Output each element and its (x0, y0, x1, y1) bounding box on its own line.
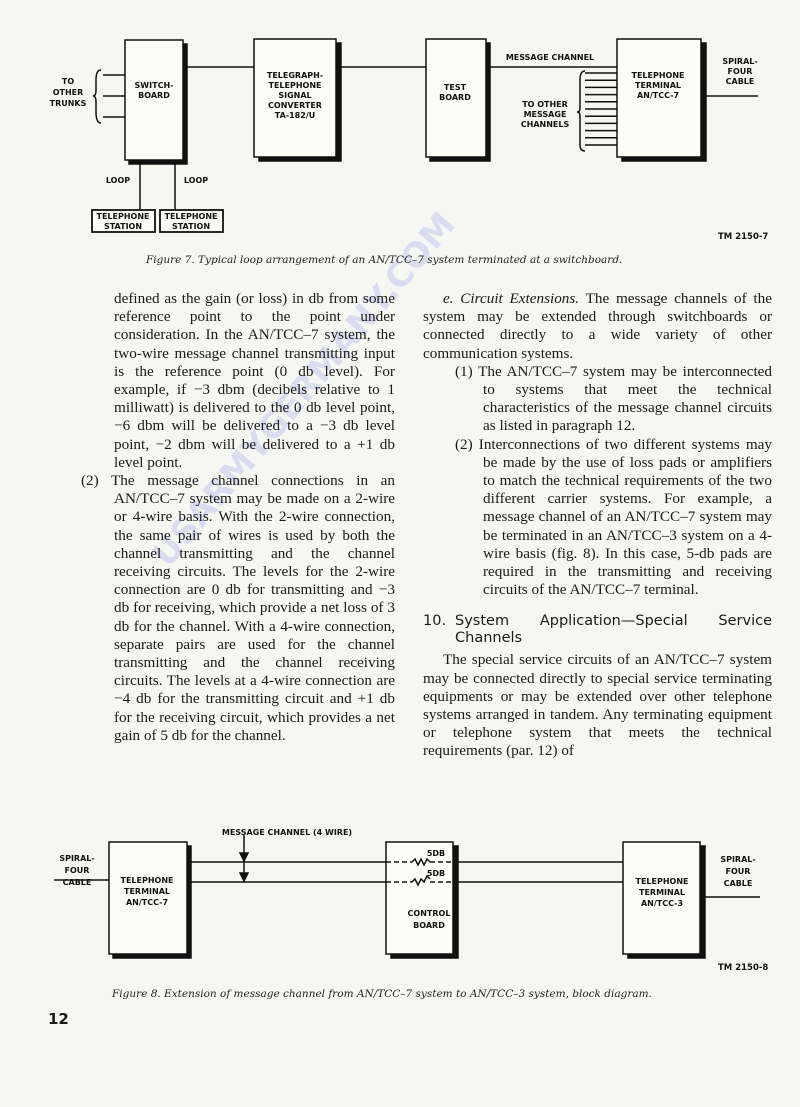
message-channel-label: MESSAGE CHANNEL (506, 53, 594, 62)
item-2: (2) Interconnections of two different sy… (455, 435, 772, 599)
terminal-7-label: TELEPHONE TERMINAL AN/TCC-7 (120, 876, 173, 907)
figure-7-ref: TM 2150-7 (718, 232, 769, 242)
station-1-label: TELEPHONE STATION (96, 212, 149, 231)
section-10-heading: 10. System Application—Special Service Ch… (423, 613, 772, 647)
page-number: 12 (48, 1010, 69, 1028)
cable-label: SPIRAL-FOUR CABLE (722, 57, 757, 86)
terminal-label: TELEPHONE TERMINAL AN/TCC-7 (631, 71, 684, 100)
figure-7-caption: Figure 7. Typical loop arrangement of an… (146, 254, 623, 266)
circuit-extensions-label: e. Circuit Extensions. (443, 290, 580, 307)
right-column: e. Circuit Extensions. The message chann… (423, 290, 772, 761)
section-number: 10. (423, 613, 447, 630)
figure-7-diagram: SWITCH-BOARDTELEGRAPH-TELEPHONE SIGNAL CON… (50, 38, 758, 233)
switchboard-box (124, 39, 184, 161)
message-channel-4wire-label: MESSAGE CHANNEL (4 WIRE) (222, 828, 352, 837)
cable-right-label: SPIRAL-FOUR CABLE (720, 855, 755, 888)
other-channels-label: TO OTHER MESSAGE CHANNELS (521, 100, 570, 129)
pad-2-label: 5DB (427, 869, 445, 878)
left-para-1: defined as the gain (or loss) in db from… (114, 290, 395, 471)
figure-8-caption: Figure 8. Extension of message channel f… (112, 988, 652, 1000)
item-1: (1) The AN/TCC–7 system may be interconn… (455, 362, 772, 435)
cable-left-label: SPIRAL-FOUR CABLE (59, 854, 94, 887)
pad-1-label: 5DB (427, 849, 445, 858)
other-trunks-label: TO OTHER TRUNKS (50, 77, 87, 108)
figure-8-diagram: TELEPHONE TERMINAL AN/TCC-7CONTROL BOARDTEL… (54, 828, 760, 959)
section-10-para: The special service circuits of an AN/TC… (423, 651, 772, 760)
left-para-2: (2) The message channel connections in a… (81, 472, 395, 744)
terminal-3-label: TELEPHONE TERMINAL AN/TCC-3 (635, 877, 688, 908)
station-2-label: TELEPHONE STATION (164, 212, 217, 231)
switchboard-label: SWITCH-BOARD (135, 81, 174, 100)
left-column: defined as the gain (or loss) in db from… (81, 290, 395, 745)
section-title: System Application—Special Service Chann… (455, 613, 772, 647)
figure-8-ref: TM 2150-8 (718, 963, 769, 973)
loop-2-label: LOOP (184, 176, 208, 185)
circuit-extensions-para: e. Circuit Extensions. The message chann… (423, 290, 772, 363)
loop-1-label: LOOP (106, 176, 130, 185)
